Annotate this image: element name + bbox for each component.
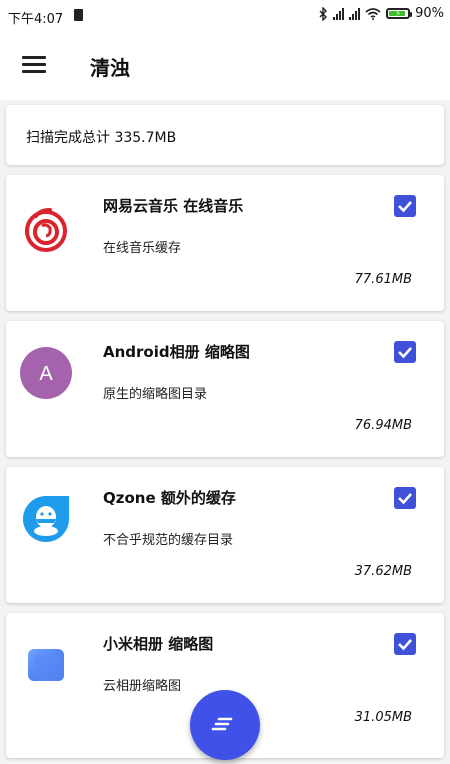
item-checkbox[interactable]	[394, 195, 416, 217]
mi-gallery-icon	[28, 649, 64, 681]
item-size: 76.94MB	[354, 418, 412, 433]
battery-percent: 90%	[415, 6, 444, 21]
page-title: 清浊	[90, 56, 130, 80]
hamburger-menu-icon	[22, 56, 46, 59]
item-description: 原生的缩略图目录	[103, 387, 208, 402]
item-size: 77.61MB	[354, 272, 412, 287]
checkmark-icon	[398, 201, 412, 213]
item-checkbox[interactable]	[394, 487, 416, 509]
qq-penguin-icon	[23, 496, 69, 542]
status-icons: ⚡ 90%	[318, 6, 444, 21]
bluetooth-icon	[319, 6, 328, 21]
menu-button[interactable]	[22, 54, 48, 76]
checkmark-icon	[398, 347, 412, 359]
avatar-letter: A	[39, 363, 53, 385]
status-bar: 下午4:07 ⚡ 90%	[0, 0, 450, 32]
status-time: 下午4:07	[8, 12, 64, 27]
checkmark-icon	[398, 493, 412, 505]
hamburger-menu-icon-line	[22, 70, 46, 73]
hamburger-menu-icon-line	[22, 63, 46, 66]
item-title: 网易云音乐 在线音乐	[103, 197, 244, 215]
cache-item-card[interactable]: 网易云音乐 在线音乐 在线音乐缓存 77.61MB	[6, 175, 444, 311]
scan-summary-card: 扫描完成总计 335.7MB	[6, 105, 444, 165]
item-description: 在线音乐缓存	[103, 241, 182, 256]
sd-card-icon	[74, 9, 83, 21]
checkmark-icon	[398, 639, 412, 651]
app-bar: 清浊	[0, 32, 450, 100]
cache-item-card[interactable]: A Android相册 缩略图 原生的缩略图目录 76.94MB	[6, 321, 444, 457]
item-title: Android相册 缩略图	[103, 343, 250, 361]
wifi-icon	[365, 7, 381, 20]
item-checkbox[interactable]	[394, 341, 416, 363]
battery-icon: ⚡	[386, 8, 413, 19]
netease-music-icon	[25, 208, 67, 252]
cache-item-card[interactable]: Qzone 额外的缓存 不合乎规范的缓存目录 37.62MB	[6, 467, 444, 603]
item-size: 31.05MB	[354, 710, 412, 725]
item-size: 37.62MB	[354, 564, 412, 579]
scan-summary-text: 扫描完成总计 335.7MB	[26, 130, 177, 146]
signal-icon	[349, 7, 361, 20]
item-description: 不合乎规范的缓存目录	[103, 533, 234, 548]
item-checkbox[interactable]	[394, 633, 416, 655]
avatar-letter-icon: A	[20, 347, 72, 399]
signal-icon	[333, 7, 345, 20]
item-description: 云相册缩略图	[103, 679, 182, 694]
item-title: Qzone 额外的缓存	[103, 489, 236, 507]
item-title: 小米相册 缩略图	[103, 635, 214, 653]
charging-bolt-icon: ⚡	[395, 8, 401, 18]
